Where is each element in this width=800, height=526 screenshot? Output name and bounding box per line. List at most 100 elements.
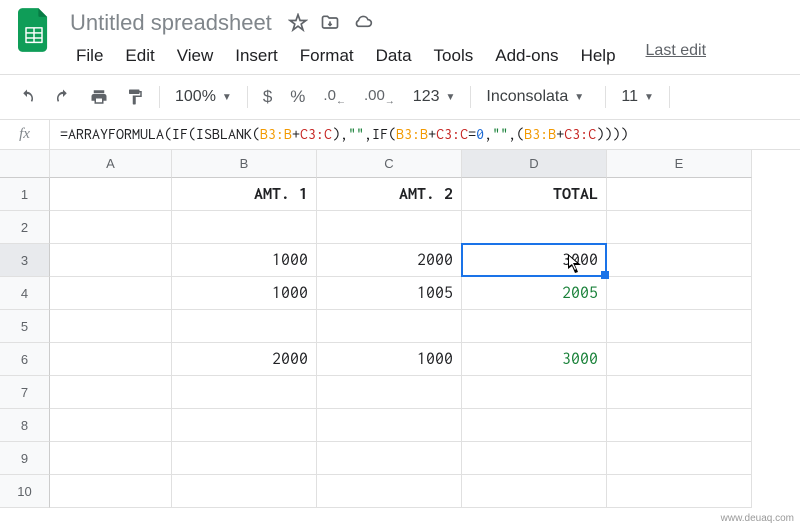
cell[interactable]	[50, 178, 172, 211]
cell[interactable]	[607, 244, 752, 277]
print-button[interactable]	[82, 82, 116, 112]
cell[interactable]: 1005	[317, 277, 462, 310]
cell[interactable]	[317, 376, 462, 409]
cell[interactable]	[462, 310, 607, 343]
cell[interactable]	[317, 442, 462, 475]
menu-tools[interactable]: Tools	[424, 42, 484, 70]
cell[interactable]	[317, 211, 462, 244]
cell[interactable]	[607, 376, 752, 409]
cell[interactable]	[50, 244, 172, 277]
col-header[interactable]: B	[172, 150, 317, 178]
move-icon[interactable]	[320, 13, 340, 33]
cell[interactable]	[172, 376, 317, 409]
toolbar: 100%▼ $ % .0← .00→ 123▼ Inconsolata▼ 11▼	[0, 75, 800, 120]
menu-addons[interactable]: Add-ons	[485, 42, 568, 70]
menu-edit[interactable]: Edit	[115, 42, 164, 70]
watermark: www.deuaq.com	[721, 513, 794, 524]
font-size-dropdown[interactable]: 11▼	[613, 84, 662, 110]
cell[interactable]	[462, 376, 607, 409]
cell[interactable]	[607, 310, 752, 343]
cell[interactable]: 2000	[317, 244, 462, 277]
cell[interactable]	[607, 277, 752, 310]
redo-button[interactable]	[46, 82, 80, 112]
cell[interactable]	[607, 442, 752, 475]
sheets-logo[interactable]	[12, 8, 56, 52]
cell[interactable]: 2000	[172, 343, 317, 376]
menu-file[interactable]: File	[66, 42, 113, 70]
cell[interactable]	[50, 409, 172, 442]
cell[interactable]: AMT. 2	[317, 178, 462, 211]
menu-help[interactable]: Help	[571, 42, 626, 70]
cell[interactable]	[172, 442, 317, 475]
cell[interactable]	[50, 376, 172, 409]
menu-view[interactable]: View	[167, 42, 224, 70]
paint-format-button[interactable]	[118, 82, 152, 112]
cell[interactable]	[50, 310, 172, 343]
cell[interactable]	[50, 211, 172, 244]
row-header[interactable]: 6	[0, 343, 50, 376]
cell[interactable]: 3000	[462, 244, 607, 277]
cell[interactable]: 3000	[462, 343, 607, 376]
spreadsheet-grid[interactable]: 1 2 3 4 5 6 7 8 9 10 A B C D E AMT. 1 AM…	[0, 150, 800, 508]
row-header[interactable]: 4	[0, 277, 50, 310]
cell[interactable]: 1000	[172, 244, 317, 277]
last-edit-link[interactable]: Last edit	[646, 42, 706, 70]
currency-button[interactable]: $	[255, 81, 280, 113]
cell[interactable]	[172, 475, 317, 508]
cell[interactable]	[317, 475, 462, 508]
cell[interactable]: AMT. 1	[172, 178, 317, 211]
document-title[interactable]: Untitled spreadsheet	[66, 8, 276, 38]
select-all-corner[interactable]	[0, 150, 50, 178]
cell[interactable]	[462, 442, 607, 475]
cell[interactable]	[50, 277, 172, 310]
percent-button[interactable]: %	[282, 81, 313, 113]
cell[interactable]: 1000	[172, 277, 317, 310]
cell[interactable]	[607, 343, 752, 376]
cell[interactable]	[462, 409, 607, 442]
font-dropdown[interactable]: Inconsolata▼	[478, 84, 598, 110]
cloud-icon[interactable]	[352, 13, 374, 33]
formula-bar: fx =ARRAYFORMULA(IF(ISBLANK(B3:B+C3:C),"…	[0, 120, 800, 150]
row-header[interactable]: 8	[0, 409, 50, 442]
cell[interactable]	[607, 475, 752, 508]
increase-decimal-button[interactable]: .00→	[356, 81, 403, 113]
row-header[interactable]: 10	[0, 475, 50, 508]
menu-bar: File Edit View Insert Format Data Tools …	[66, 38, 788, 74]
cell[interactable]	[462, 475, 607, 508]
number-format-dropdown[interactable]: 123▼	[405, 84, 464, 110]
row-header[interactable]: 2	[0, 211, 50, 244]
zoom-dropdown[interactable]: 100%▼	[167, 84, 240, 110]
menu-data[interactable]: Data	[366, 42, 422, 70]
cell[interactable]	[607, 211, 752, 244]
cell[interactable]	[317, 310, 462, 343]
col-header[interactable]: E	[607, 150, 752, 178]
formula-input[interactable]: =ARRAYFORMULA(IF(ISBLANK(B3:B+C3:C),"",I…	[50, 126, 800, 143]
cell[interactable]	[172, 211, 317, 244]
cell[interactable]	[50, 343, 172, 376]
cell[interactable]: 1000	[317, 343, 462, 376]
cell[interactable]	[462, 211, 607, 244]
col-header[interactable]: D	[462, 150, 607, 178]
fx-label: fx	[0, 120, 50, 149]
cell[interactable]	[172, 409, 317, 442]
cell[interactable]	[607, 409, 752, 442]
cell[interactable]	[172, 310, 317, 343]
row-header[interactable]: 3	[0, 244, 50, 277]
row-header[interactable]: 7	[0, 376, 50, 409]
cell[interactable]	[50, 442, 172, 475]
cell[interactable]	[607, 178, 752, 211]
col-header[interactable]: C	[317, 150, 462, 178]
col-header[interactable]: A	[50, 150, 172, 178]
cell[interactable]	[50, 475, 172, 508]
menu-insert[interactable]: Insert	[225, 42, 288, 70]
cell[interactable]: TOTAL	[462, 178, 607, 211]
undo-button[interactable]	[10, 82, 44, 112]
star-icon[interactable]	[288, 13, 308, 33]
row-header[interactable]: 5	[0, 310, 50, 343]
row-header[interactable]: 1	[0, 178, 50, 211]
row-header[interactable]: 9	[0, 442, 50, 475]
decrease-decimal-button[interactable]: .0←	[315, 81, 354, 113]
cell[interactable]	[317, 409, 462, 442]
menu-format[interactable]: Format	[290, 42, 364, 70]
cell[interactable]: 2005	[462, 277, 607, 310]
